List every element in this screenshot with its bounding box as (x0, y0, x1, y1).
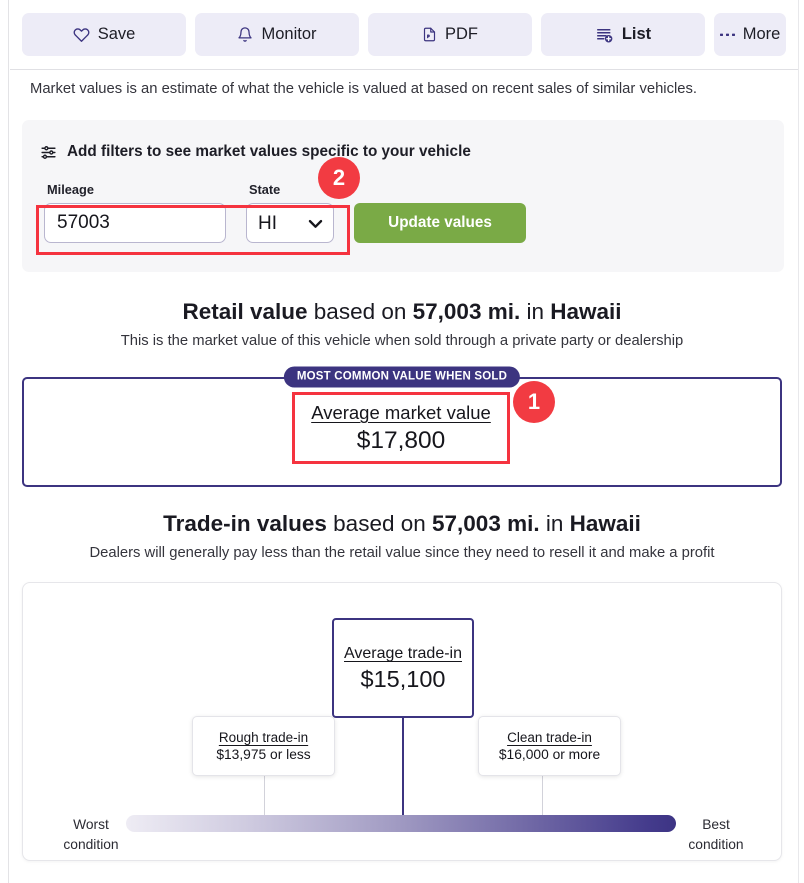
bell-icon (237, 26, 253, 43)
filters-panel: Add filters to see market values specifi… (22, 120, 784, 272)
sliders-icon (40, 144, 57, 161)
retail-title-part-5: Hawaii (550, 299, 621, 324)
page-right-edge (798, 0, 804, 883)
pdf-button-label: PDF (445, 25, 478, 44)
mileage-field-group: Mileage (44, 182, 226, 243)
page-scrollbar-track[interactable] (0, 0, 9, 883)
callout-badge-2: 2 (318, 157, 360, 199)
list-add-icon (595, 26, 614, 44)
filters-heading-label: Add filters to see market values specifi… (67, 143, 471, 161)
retail-section-title: Retail value based on 57,003 mi. in Hawa… (0, 299, 804, 325)
condition-gradient-bar (126, 815, 676, 832)
monitor-button[interactable]: Monitor (195, 13, 359, 56)
average-tradein-value: $15,100 (361, 666, 446, 693)
list-button[interactable]: List (541, 13, 705, 56)
best-condition-label: Best condition (681, 815, 751, 855)
action-toolbar: Save Monitor PDF (10, 0, 798, 70)
tradein-chart-card: Rough trade-in $13,975 or less Average t… (22, 582, 782, 861)
best-condition-line-1: Best (681, 815, 751, 835)
filters-heading: Add filters to see market values specifi… (40, 143, 471, 161)
retail-title-part-3: 57,003 mi. (413, 299, 521, 324)
monitor-button-label: Monitor (261, 25, 316, 44)
market-values-description: Market values is an estimate of what the… (30, 78, 774, 100)
more-button[interactable]: More (714, 13, 786, 56)
worst-condition-line-1: Worst (61, 815, 121, 835)
clean-tradein-value: $16,000 or more (499, 747, 600, 762)
clean-tradein-label[interactable]: Clean trade-in (507, 730, 592, 745)
pdf-icon (422, 26, 437, 43)
filters-field-row: Mileage State HI Update values (44, 182, 526, 243)
tradein-section-subtitle: Dealers will generally pay less than the… (0, 545, 804, 561)
heart-icon (73, 26, 90, 43)
average-tradein-label[interactable]: Average trade-in (344, 643, 462, 664)
retail-title-part-1: Retail value (182, 299, 307, 324)
tradein-title-part-3: 57,003 mi. (432, 511, 540, 536)
mileage-input[interactable] (44, 203, 226, 243)
worst-condition-line-2: condition (61, 835, 121, 855)
average-market-value-group: Average market value $17,800 (292, 392, 510, 464)
list-button-label: List (622, 25, 651, 44)
state-field-group: State HI (246, 182, 334, 243)
market-values-page: Save Monitor PDF (0, 0, 804, 883)
rough-tradein-value: $13,975 or less (216, 747, 310, 762)
rough-tradein-label[interactable]: Rough trade-in (219, 730, 308, 745)
tradein-title-part-5: Hawaii (570, 511, 641, 536)
average-market-value-amount: $17,800 (357, 427, 446, 455)
retail-title-part-2: based on (308, 299, 413, 324)
save-button[interactable]: Save (22, 13, 186, 56)
tradein-section-title: Trade-in values based on 57,003 mi. in H… (0, 511, 804, 537)
ellipsis-icon (720, 32, 736, 38)
rough-tradein-tooltip: Rough trade-in $13,975 or less (192, 716, 335, 776)
worst-condition-label: Worst condition (61, 815, 121, 855)
tradein-title-part-1: Trade-in values (163, 511, 327, 536)
pdf-button[interactable]: PDF (368, 13, 532, 56)
mileage-label: Mileage (44, 182, 226, 197)
average-market-value-link[interactable]: Average market value (311, 402, 491, 424)
callout-badge-1: 1 (513, 381, 555, 423)
save-button-label: Save (98, 25, 136, 44)
most-common-value-ribbon: MOST COMMON VALUE WHEN SOLD (284, 367, 520, 388)
retail-title-part-4: in (520, 299, 550, 324)
tradein-title-part-4: in (540, 511, 570, 536)
retail-section-subtitle: This is the market value of this vehicle… (0, 333, 804, 349)
tradein-title-part-2: based on (327, 511, 432, 536)
update-values-button[interactable]: Update values (354, 203, 526, 243)
more-button-label: More (743, 25, 781, 44)
state-select[interactable]: HI (246, 203, 334, 243)
average-tradein-tooltip: Average trade-in $15,100 (332, 618, 474, 718)
best-condition-line-2: condition (681, 835, 751, 855)
clean-tradein-tooltip: Clean trade-in $16,000 or more (478, 716, 621, 776)
